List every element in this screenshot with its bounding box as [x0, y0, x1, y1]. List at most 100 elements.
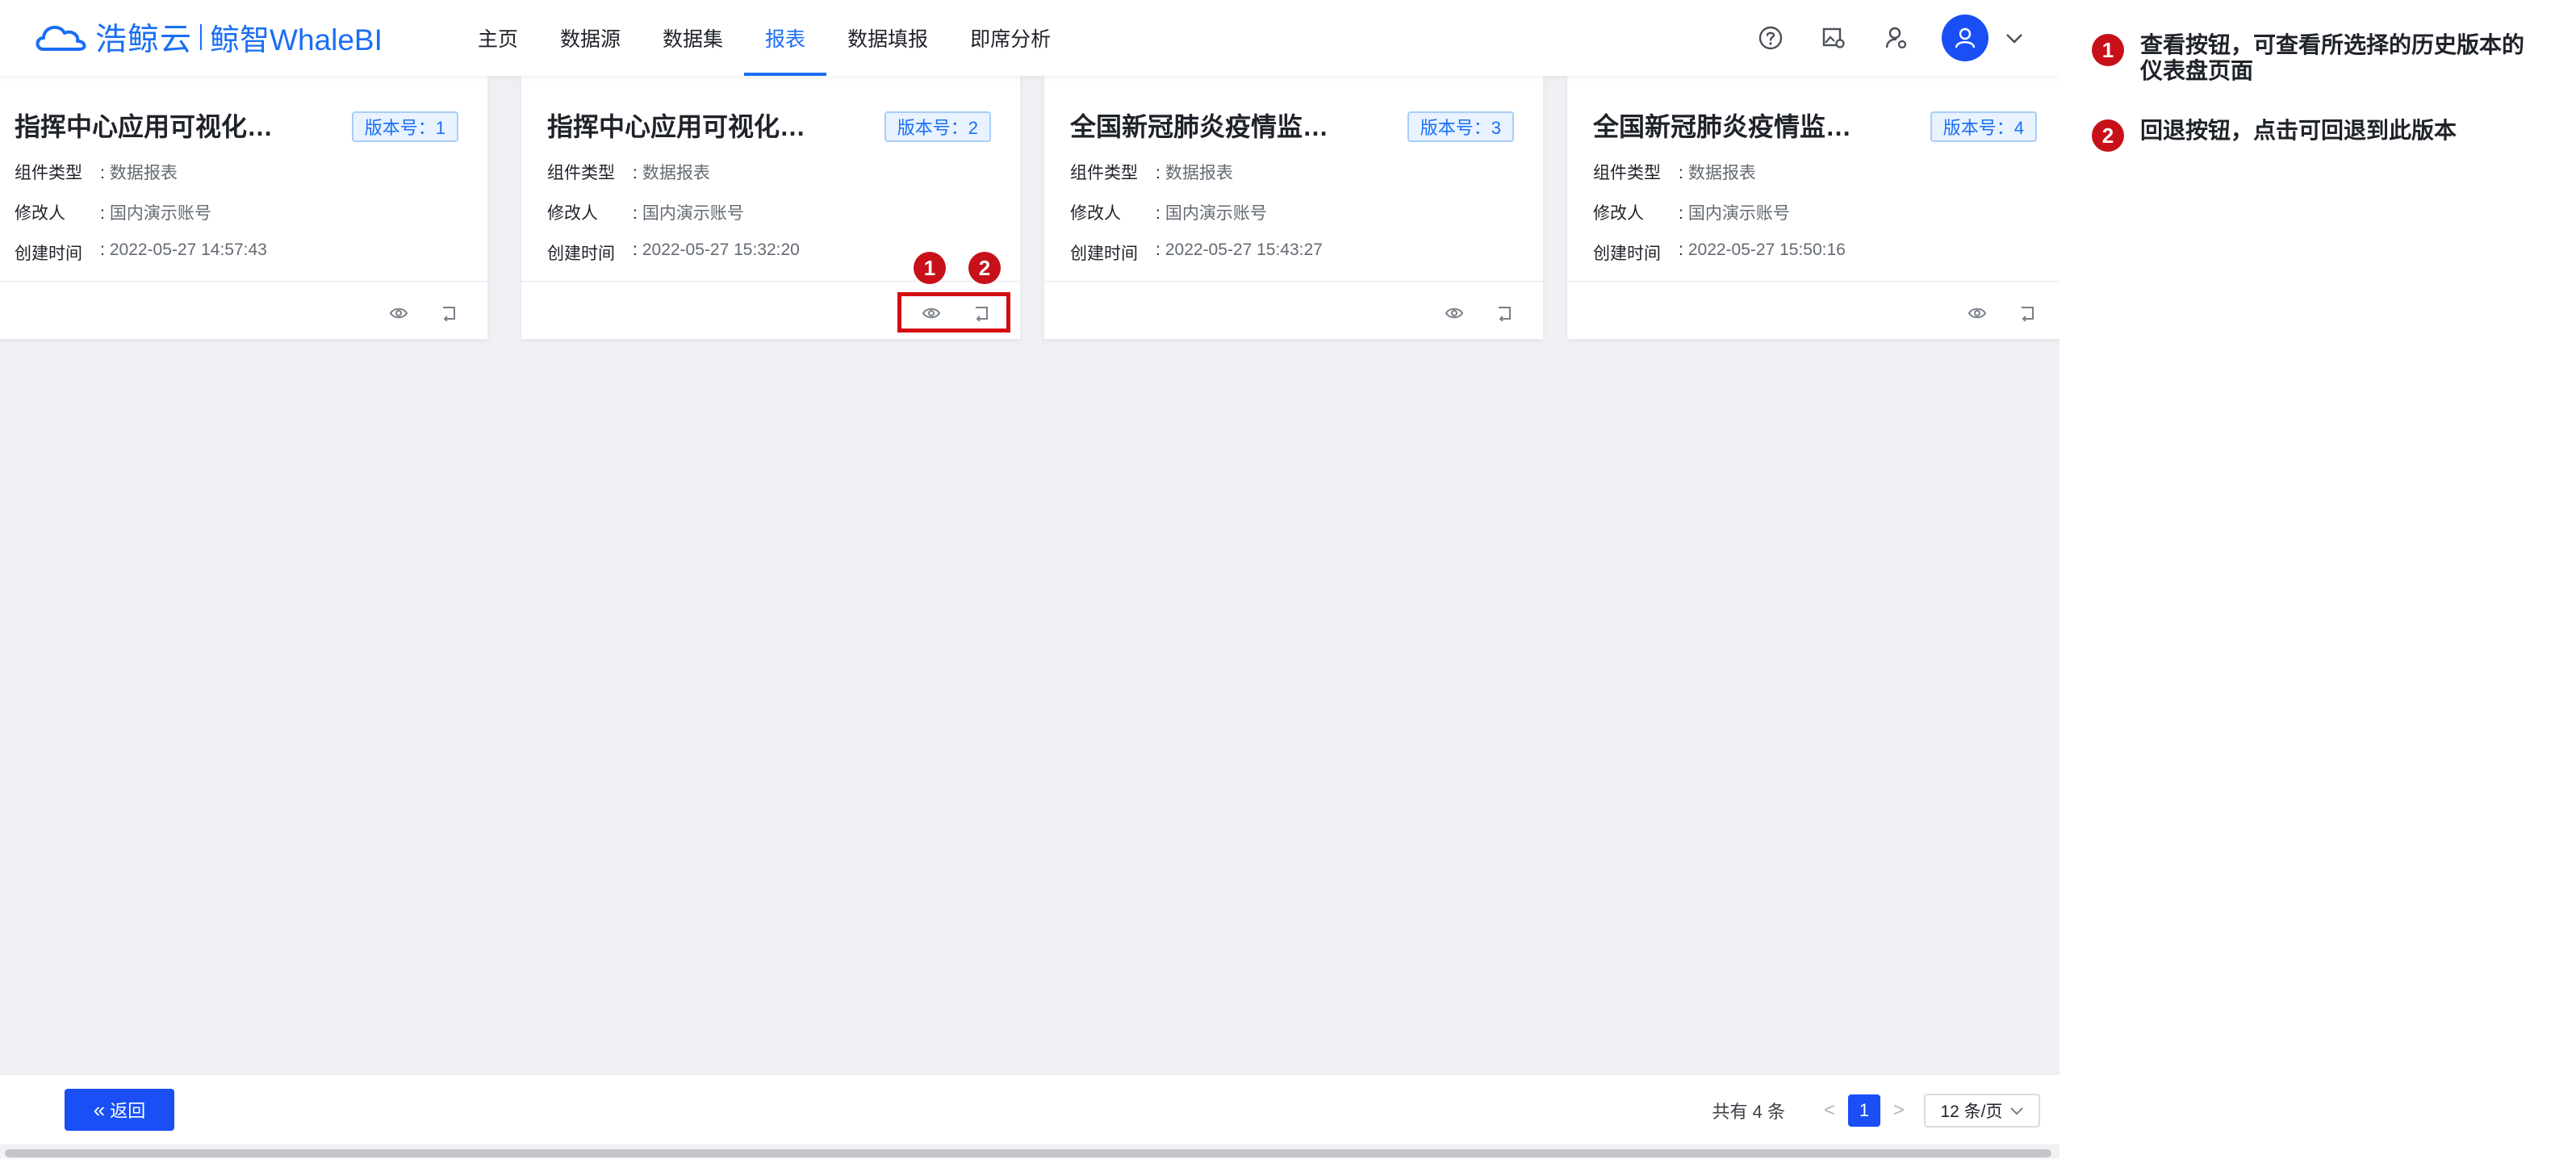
modifier-label: 修改人	[1070, 204, 1121, 223]
back-button-label: 返回	[110, 1101, 146, 1121]
logo-sub-text: 鲸智WhaleBI	[210, 23, 383, 56]
card-title: 全国新冠肺炎疫情监…	[1593, 112, 1852, 141]
nav-item-reports[interactable]: 报表	[744, 0, 827, 76]
created-time-value: 2022-05-27 15:32:20	[633, 241, 800, 265]
component-type-value: 数据报表	[100, 160, 178, 184]
annotation-marker-2: 2	[968, 252, 1001, 284]
rollback-icon[interactable]	[1493, 302, 1516, 324]
annotation-note-2: 2 回退按钮，点击可回退到此版本	[2092, 118, 2544, 152]
logo-separator	[200, 24, 203, 50]
image-settings-icon[interactable]	[1816, 20, 1851, 56]
modifier-row: 修改人 国内演示账号	[1070, 200, 1267, 224]
modifier-label: 修改人	[15, 204, 65, 223]
component-type-label: 组件类型	[1070, 164, 1138, 182]
help-icon[interactable]	[1753, 20, 1788, 56]
version-card-list: 指挥中心应用可视化… 版本号：1 组件类型 数据报表 修改人 国内演示账号 创建…	[0, 76, 2060, 342]
version-card: 全国新冠肺炎疫情监… 版本号：3 组件类型 数据报表 修改人 国内演示账号 创建…	[1044, 76, 1543, 339]
next-page-button[interactable]: >	[1887, 1094, 1911, 1127]
nav-item-adhoc-analysis[interactable]: 即席分析	[949, 0, 1072, 76]
card-divider	[1044, 281, 1543, 282]
double-chevron-left-icon: «	[93, 1097, 106, 1122]
created-time-row: 创建时间 2022-05-27 14:57:43	[15, 241, 267, 265]
created-time-value: 2022-05-27 15:50:16	[1679, 241, 1846, 265]
version-badge: 版本号：4	[1930, 111, 2037, 142]
component-type-row: 组件类型 数据报表	[1070, 160, 1233, 184]
component-type-row: 组件类型 数据报表	[15, 160, 178, 184]
card-title: 全国新冠肺炎疫情监…	[1070, 112, 1329, 141]
card-actions	[1416, 294, 1516, 333]
card-divider	[0, 281, 487, 282]
page-number-button[interactable]: 1	[1848, 1094, 1880, 1127]
version-badge: 版本号：2	[884, 111, 991, 142]
scrollbar-thumb[interactable]	[5, 1149, 2051, 1157]
page-size-select[interactable]: 12 条/页	[1924, 1094, 2040, 1128]
logo-main-text: 浩鲸云	[95, 23, 193, 57]
modifier-value: 国内演示账号	[100, 200, 211, 224]
created-time-label: 创建时间	[1593, 245, 1661, 263]
app-window: 浩鲸云 鲸智WhaleBI 主页 数据源 数据集 报表 数据填报 即席分析 指挥…	[0, 0, 2060, 1159]
user-icon	[1955, 27, 1976, 48]
card-divider	[521, 281, 1020, 282]
pagination: 共有 4 条 < 1 > 12 条/页	[1712, 1093, 2040, 1128]
component-type-label: 组件类型	[1593, 164, 1661, 182]
modifier-label: 修改人	[1593, 204, 1644, 223]
main-nav: 主页 数据源 数据集 报表 数据填报 即席分析	[457, 0, 1072, 76]
view-icon[interactable]	[387, 302, 410, 324]
created-time-row: 创建时间 2022-05-27 15:43:27	[1070, 241, 1323, 265]
created-time-label: 创建时间	[1070, 245, 1138, 263]
nav-item-home[interactable]: 主页	[457, 0, 539, 76]
card-title: 指挥中心应用可视化…	[15, 112, 274, 141]
component-type-value: 数据报表	[1679, 160, 1756, 184]
annotation-marker-1: 1	[914, 252, 946, 284]
footer-bar: « 返回 共有 4 条 < 1 > 12 条/页	[0, 1075, 2060, 1144]
component-type-label: 组件类型	[547, 164, 615, 182]
horizontal-scrollbar[interactable]	[0, 1146, 2060, 1159]
created-time-value: 2022-05-27 15:43:27	[1156, 241, 1323, 265]
version-badge: 版本号：3	[1407, 111, 1514, 142]
component-type-value: 数据报表	[633, 160, 710, 184]
note-text-2: 回退按钮，点击可回退到此版本	[2140, 118, 2457, 143]
component-type-label: 组件类型	[15, 164, 82, 182]
user-settings-icon[interactable]	[1879, 20, 1914, 56]
nav-item-datasource[interactable]: 数据源	[539, 0, 642, 76]
cloud-logo-icon	[36, 25, 86, 51]
user-avatar[interactable]	[1942, 15, 1988, 61]
created-time-label: 创建时间	[15, 245, 82, 263]
version-card: 指挥中心应用可视化… 版本号：1 组件类型 数据报表 修改人 国内演示账号 创建…	[0, 76, 487, 339]
version-badge: 版本号：1	[351, 111, 458, 142]
component-type-row: 组件类型 数据报表	[1593, 160, 1756, 184]
modifier-row: 修改人 国内演示账号	[15, 200, 211, 224]
modifier-row: 修改人 国内演示账号	[547, 200, 744, 224]
card-actions	[1938, 294, 2039, 333]
created-time-value: 2022-05-27 14:57:43	[100, 241, 267, 265]
brand-logo[interactable]: 浩鲸云 鲸智WhaleBI	[32, 15, 383, 60]
modifier-label: 修改人	[547, 204, 598, 223]
created-time-row: 创建时间 2022-05-27 15:50:16	[1593, 241, 1846, 265]
top-navigation-bar: 浩鲸云 鲸智WhaleBI 主页 数据源 数据集 报表 数据填报 即席分析	[0, 0, 2060, 76]
chevron-down-icon	[2009, 1107, 2023, 1115]
nav-item-dataset[interactable]: 数据集	[642, 0, 744, 76]
total-count: 共有 4 条	[1712, 1102, 1785, 1122]
modifier-row: 修改人 国内演示账号	[1593, 200, 1790, 224]
rollback-icon[interactable]	[2016, 302, 2039, 324]
card-actions	[360, 294, 460, 333]
version-card: 全国新冠肺炎疫情监… 版本号：4 组件类型 数据报表 修改人 国内演示账号 创建…	[1567, 76, 2060, 339]
view-icon[interactable]	[1966, 302, 1988, 324]
created-time-row: 创建时间 2022-05-27 15:32:20	[547, 241, 800, 265]
prev-page-button[interactable]: <	[1817, 1094, 1842, 1127]
modifier-value: 国内演示账号	[1156, 200, 1267, 224]
view-icon[interactable]	[1443, 302, 1466, 324]
annotation-notes-panel: 1 查看按钮，可查看所选择的历史版本的仪表盘页面 2 回退按钮，点击可回退到此版…	[2060, 0, 2576, 1159]
card-divider	[1567, 281, 2060, 282]
modifier-value: 国内演示账号	[1679, 200, 1790, 224]
page-size-value: 12 条/页	[1940, 1103, 2003, 1121]
annotation-highlight-box	[897, 292, 1010, 333]
component-type-row: 组件类型 数据报表	[547, 160, 710, 184]
back-button[interactable]: « 返回	[65, 1089, 174, 1131]
chevron-down-icon[interactable]	[2001, 25, 2027, 51]
nav-item-data-entry[interactable]: 数据填报	[826, 0, 949, 76]
card-title: 指挥中心应用可视化…	[547, 112, 806, 141]
annotation-note-1: 1 查看按钮，可查看所选择的历史版本的仪表盘页面	[2092, 32, 2544, 84]
note-text-1: 查看按钮，可查看所选择的历史版本的仪表盘页面	[2140, 32, 2525, 83]
rollback-icon[interactable]	[437, 302, 460, 324]
